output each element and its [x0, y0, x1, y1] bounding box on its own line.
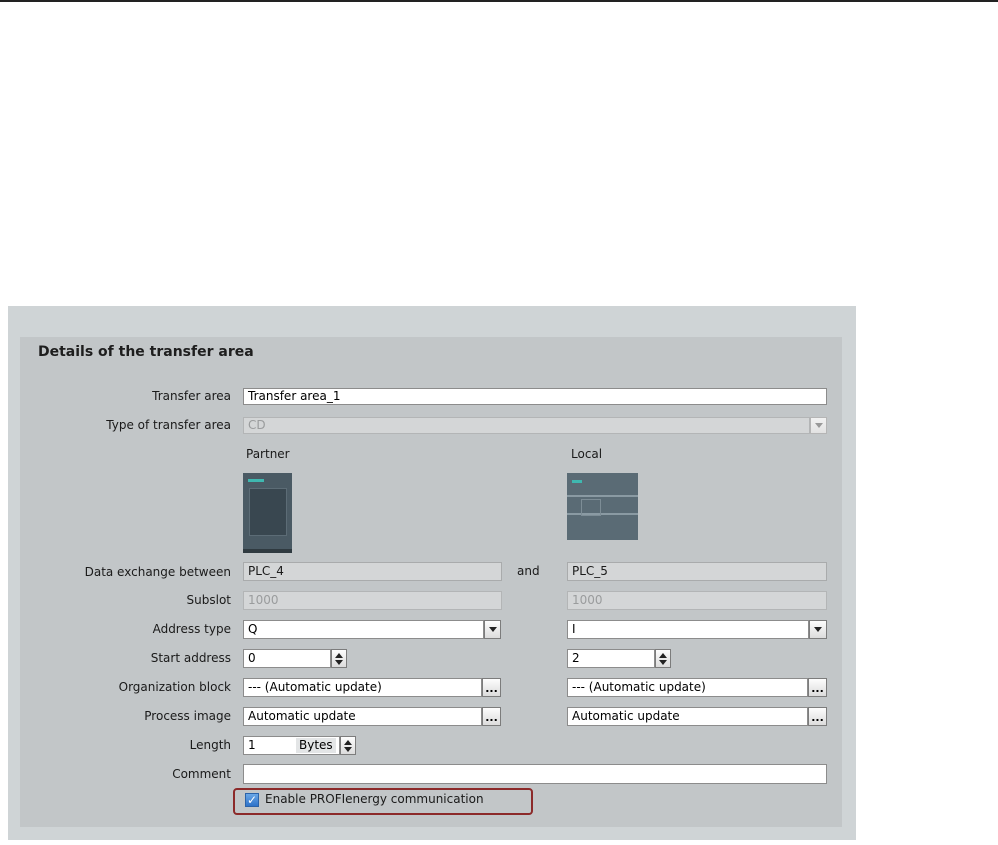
local-address-type-dropdown[interactable]	[809, 620, 827, 639]
local-start-address-input[interactable]: 2	[567, 649, 655, 668]
partner-start-address-stepper[interactable]	[331, 649, 347, 668]
and-label: and	[517, 564, 540, 578]
length-value: 1	[248, 738, 256, 752]
partner-organization-block-browse-button[interactable]: ...	[482, 678, 501, 697]
partner-address-type-select[interactable]: Q	[243, 620, 484, 639]
start-address-label: Start address	[150, 651, 231, 665]
partner-device-icon	[243, 473, 292, 553]
local-subslot-field: 1000	[567, 591, 827, 610]
partner-start-address-input[interactable]: 0	[243, 649, 331, 668]
length-label: Length	[189, 738, 231, 752]
profienergy-label[interactable]: Enable PROFIenergy communication	[265, 792, 484, 806]
process-image-label: Process image	[144, 709, 231, 723]
ellipsis-icon: ...	[485, 711, 498, 724]
chevron-down-icon	[814, 423, 823, 428]
partner-process-image-browse-button[interactable]: ...	[482, 707, 501, 726]
arrow-up-icon	[344, 739, 352, 745]
transfer-area-label: Transfer area	[152, 389, 231, 403]
local-address-type-select[interactable]: I	[567, 620, 809, 639]
ellipsis-icon: ...	[485, 682, 498, 695]
length-input[interactable]: 1 Bytes	[243, 736, 340, 755]
partner-organization-block-field[interactable]: --- (Automatic update)	[243, 678, 482, 697]
type-of-transfer-area-select: CD	[243, 417, 810, 434]
arrow-up-icon	[335, 652, 343, 658]
arrow-down-icon	[344, 746, 352, 752]
data-exchange-label: Data exchange between	[84, 565, 231, 579]
length-stepper[interactable]	[340, 736, 356, 755]
arrow-down-icon	[659, 659, 667, 665]
details-panel	[20, 337, 842, 827]
partner-subslot-field: 1000	[243, 591, 502, 610]
partner-plc-field: PLC_4	[243, 562, 502, 581]
chevron-down-icon	[814, 627, 822, 632]
profienergy-checkbox[interactable]: ✓	[245, 793, 259, 807]
local-organization-block-browse-button[interactable]: ...	[808, 678, 827, 697]
transfer-area-input[interactable]: Transfer area_1	[243, 388, 827, 405]
subslot-label: Subslot	[186, 593, 231, 607]
arrow-down-icon	[335, 659, 343, 665]
local-process-image-browse-button[interactable]: ...	[808, 707, 827, 726]
organization-block-label: Organization block	[118, 680, 231, 694]
top-rule	[0, 0, 998, 2]
panel-title: Details of the transfer area	[38, 344, 254, 360]
length-unit: Bytes	[296, 738, 336, 753]
comment-input[interactable]	[243, 764, 827, 784]
partner-address-type-dropdown[interactable]	[484, 620, 501, 639]
local-organization-block-field[interactable]: --- (Automatic update)	[567, 678, 808, 697]
partner-header: Partner	[246, 447, 290, 461]
address-type-label: Address type	[152, 622, 231, 636]
type-of-transfer-area-label: Type of transfer area	[106, 418, 231, 432]
comment-label: Comment	[172, 767, 231, 781]
type-dropdown-button	[810, 417, 827, 434]
local-header: Local	[571, 447, 603, 461]
ellipsis-icon: ...	[811, 711, 824, 724]
chevron-down-icon	[488, 627, 497, 632]
local-process-image-field[interactable]: Automatic update	[567, 707, 808, 726]
arrow-up-icon	[659, 652, 667, 658]
local-device-icon	[567, 473, 638, 540]
local-plc-field: PLC_5	[567, 562, 827, 581]
checkmark-icon: ✓	[246, 793, 258, 807]
ellipsis-icon: ...	[811, 682, 824, 695]
local-start-address-stepper[interactable]	[655, 649, 671, 668]
partner-process-image-field[interactable]: Automatic update	[243, 707, 482, 726]
